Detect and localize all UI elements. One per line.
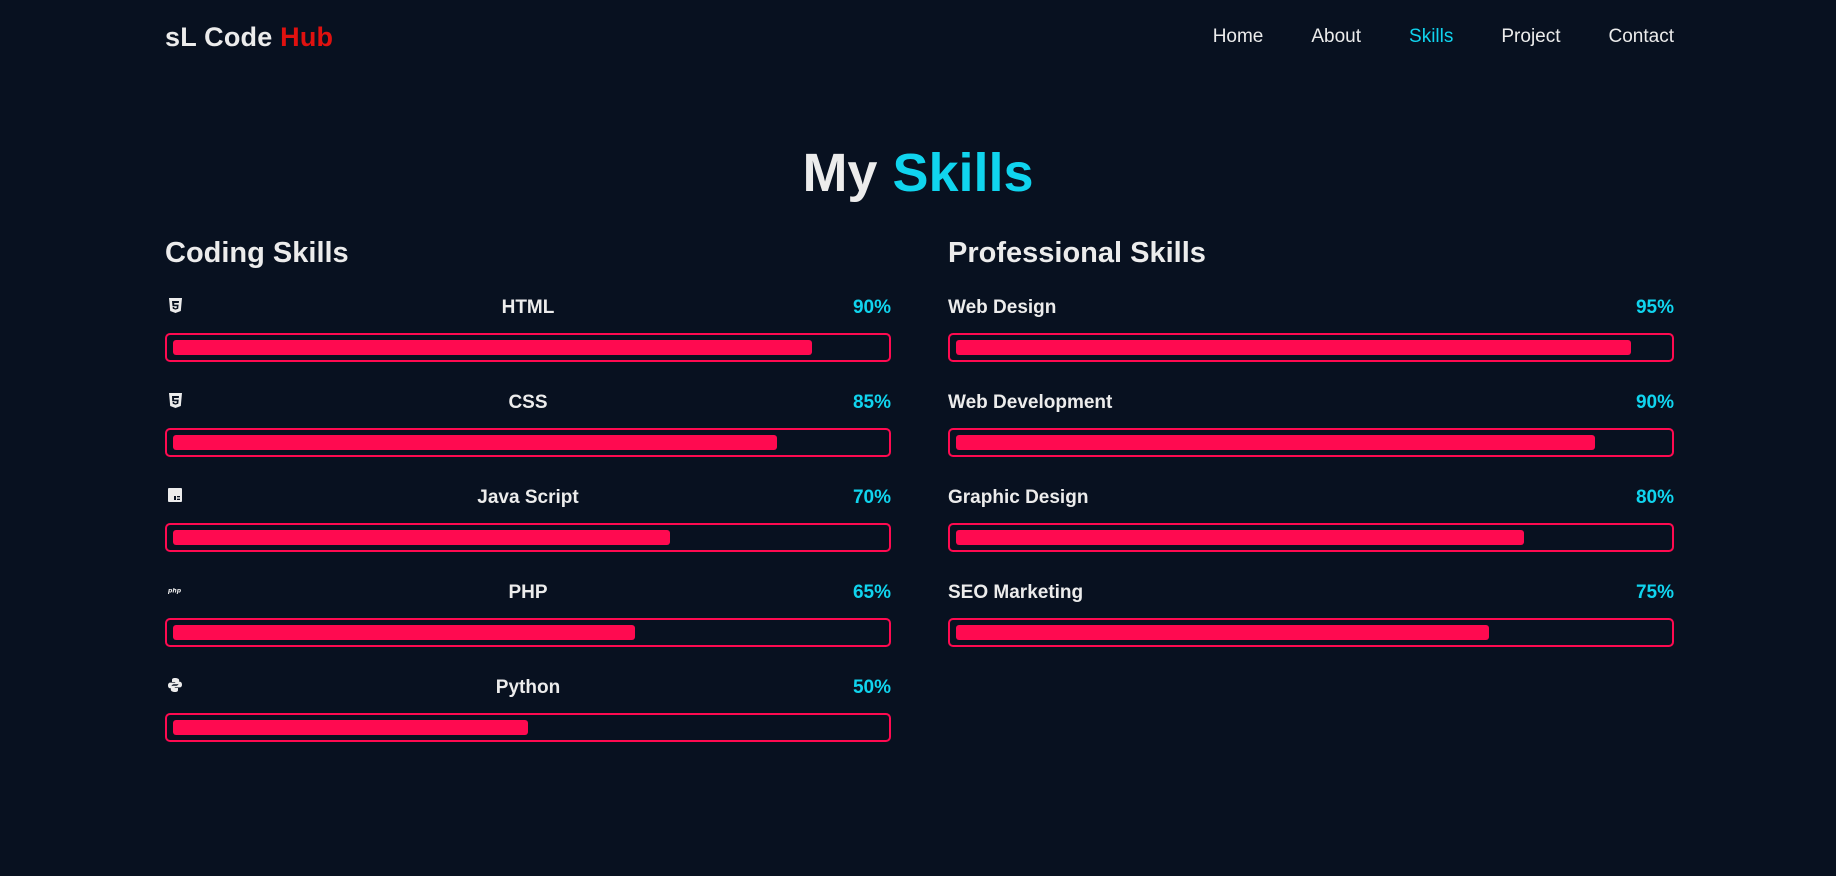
skill-python: Python 50% [165, 676, 891, 771]
section-heading: My Skills [0, 140, 1836, 206]
skill-name: HTML [501, 297, 555, 318]
professional-skills-column: Professional Skills Web Design 95% Web D… [948, 232, 1674, 676]
heading-accent: Skills [892, 143, 1034, 203]
skill-header: Python 50% [165, 676, 891, 700]
coding-skills-title: Coding Skills [165, 237, 349, 269]
professional-skills-title: Professional Skills [948, 237, 1206, 269]
skill-name: Web Design [948, 297, 1057, 318]
skill-progress-fill [173, 435, 777, 450]
skill-name: CSS [508, 392, 548, 413]
skill-web-development: Web Development 90% [948, 391, 1674, 486]
coding-skills-column: Coding Skills HTML 90% CSS 85% Java Scri… [165, 232, 891, 771]
heading-prefix: My [802, 143, 878, 203]
skill-header: CSS 85% [165, 391, 891, 415]
skill-name: Web Development [948, 392, 1113, 413]
skill-header: Graphic Design 80% [948, 486, 1674, 510]
skill-progress-bar [165, 713, 891, 742]
skill-css: CSS 85% [165, 391, 891, 486]
skill-graphic-design: Graphic Design 80% [948, 486, 1674, 581]
skill-php: php PHP 65% [165, 581, 891, 676]
skill-percent: 90% [1635, 392, 1674, 413]
nav-skills[interactable]: Skills [1409, 26, 1453, 48]
skill-percent: 75% [1635, 582, 1674, 603]
skill-progress-bar [948, 333, 1674, 362]
skill-header: SEO Marketing 75% [948, 581, 1674, 605]
skill-percent: 50% [852, 677, 891, 698]
skill-progress-bar [165, 523, 891, 552]
nav-home[interactable]: Home [1213, 26, 1264, 48]
skill-name: Python [495, 677, 561, 698]
skill-progress-bar [948, 428, 1674, 457]
main-nav: Home About Skills Project Contact [1213, 26, 1674, 48]
skill-header: Web Development 90% [948, 391, 1674, 415]
skill-progress-fill [956, 625, 1489, 640]
skill-progress-bar [165, 333, 891, 362]
skill-percent: 95% [1635, 297, 1674, 318]
skill-name: Graphic Design [948, 487, 1089, 508]
logo-accent: Hub [280, 21, 334, 52]
skill-web-design: Web Design 95% [948, 296, 1674, 391]
skill-percent: 90% [852, 297, 891, 318]
skill-progress-fill [173, 720, 528, 735]
skill-header: php PHP 65% [165, 581, 891, 605]
skill-seo-marketing: SEO Marketing 75% [948, 581, 1674, 676]
skill-progress-bar [948, 523, 1674, 552]
site-header: sL Code Hub Home About Skills Project Co… [165, 18, 1674, 56]
skill-percent: 70% [852, 487, 891, 508]
skill-header: HTML 90% [165, 296, 891, 320]
skill-percent: 80% [1635, 487, 1674, 508]
skills-page: sL Code Hub Home About Skills Project Co… [0, 0, 1836, 876]
skill-name: PHP [508, 582, 548, 603]
skill-percent: 65% [852, 582, 891, 603]
skill-html: HTML 90% [165, 296, 891, 391]
skill-progress-fill [173, 625, 635, 640]
skill-progress-bar [948, 618, 1674, 647]
nav-project[interactable]: Project [1501, 26, 1560, 48]
skill-progress-bar [165, 428, 891, 457]
skill-progress-fill [173, 340, 812, 355]
skill-javascript: Java Script 70% [165, 486, 891, 581]
skill-header: Java Script 70% [165, 486, 891, 510]
skill-progress-fill [956, 340, 1631, 355]
skill-header: Web Design 95% [948, 296, 1674, 320]
skill-progress-fill [173, 530, 670, 545]
site-logo[interactable]: sL Code Hub [165, 22, 333, 53]
nav-contact[interactable]: Contact [1609, 26, 1674, 48]
skill-progress-bar [165, 618, 891, 647]
skill-name: Java Script [477, 487, 579, 508]
nav-about[interactable]: About [1311, 26, 1361, 48]
skill-progress-fill [956, 435, 1595, 450]
skill-progress-fill [956, 530, 1524, 545]
logo-text: sL Code [165, 21, 273, 52]
skill-name: SEO Marketing [948, 582, 1084, 603]
skill-percent: 85% [852, 392, 891, 413]
